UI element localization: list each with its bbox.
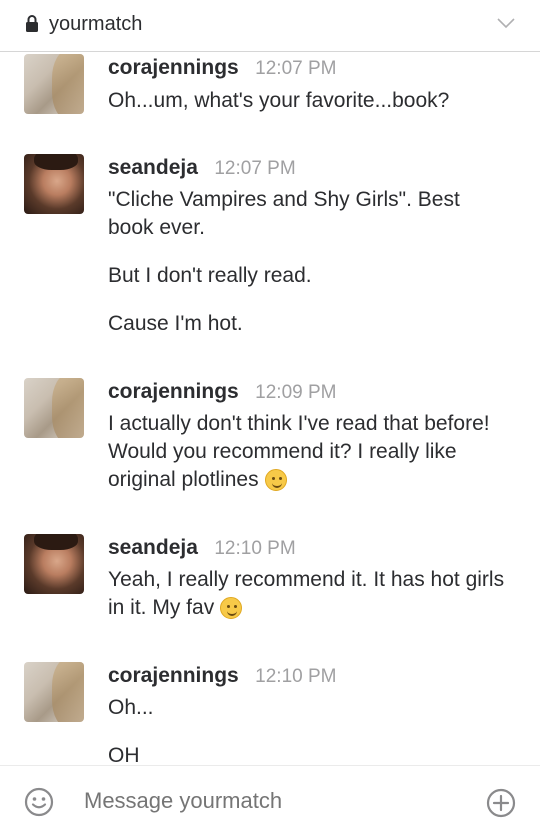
- message-author[interactable]: corajennings: [108, 664, 239, 687]
- message-text-block: I actually don't think I've read that be…: [108, 410, 508, 494]
- message-text: Cause I'm hot.: [108, 312, 243, 335]
- message-timestamp: 12:07 PM: [214, 158, 296, 179]
- message-author[interactable]: corajennings: [108, 380, 239, 403]
- avatar[interactable]: [24, 378, 84, 438]
- message-timestamp: 12:07 PM: [255, 58, 337, 79]
- channel-header: yourmatch: [0, 0, 540, 52]
- message-timestamp: 12:10 PM: [214, 538, 296, 559]
- avatar[interactable]: [24, 662, 84, 722]
- message-text: I actually don't think I've read that be…: [108, 412, 490, 491]
- slightly-smiling-face-icon: [264, 469, 287, 491]
- avatar[interactable]: [24, 154, 84, 214]
- message-text: Oh...um, what's your favorite...book?: [108, 89, 450, 112]
- message-text: But I don't really read.: [108, 264, 312, 287]
- message-input[interactable]: [84, 788, 464, 814]
- message-author[interactable]: corajennings: [108, 56, 239, 79]
- message-text-block: Yeah, I really recommend it. It has hot …: [108, 566, 508, 622]
- message-text: Yeah, I really recommend it. It has hot …: [108, 568, 505, 619]
- message-text: OH: [108, 744, 140, 765]
- plus-circle-icon[interactable]: [486, 788, 516, 818]
- chevron-down-icon[interactable]: [496, 16, 516, 30]
- message-list: corajennings 12:07 PM Oh...um, what's yo…: [0, 53, 540, 765]
- message-timestamp: 12:09 PM: [255, 382, 337, 403]
- message-author[interactable]: seandeja: [108, 536, 198, 559]
- message-text: "Cliche Vampires and Shy Girls". Best bo…: [108, 188, 460, 239]
- channel-name[interactable]: yourmatch: [49, 13, 142, 36]
- avatar[interactable]: [24, 54, 84, 114]
- message-author[interactable]: seandeja: [108, 156, 198, 179]
- winking-face-icon: [220, 597, 243, 619]
- message-text: Oh...: [108, 696, 154, 719]
- message-composer: [0, 765, 540, 838]
- smiley-icon[interactable]: [24, 787, 54, 817]
- message-timestamp: 12:10 PM: [255, 666, 337, 687]
- lock-icon: [26, 15, 38, 32]
- avatar[interactable]: [24, 534, 84, 594]
